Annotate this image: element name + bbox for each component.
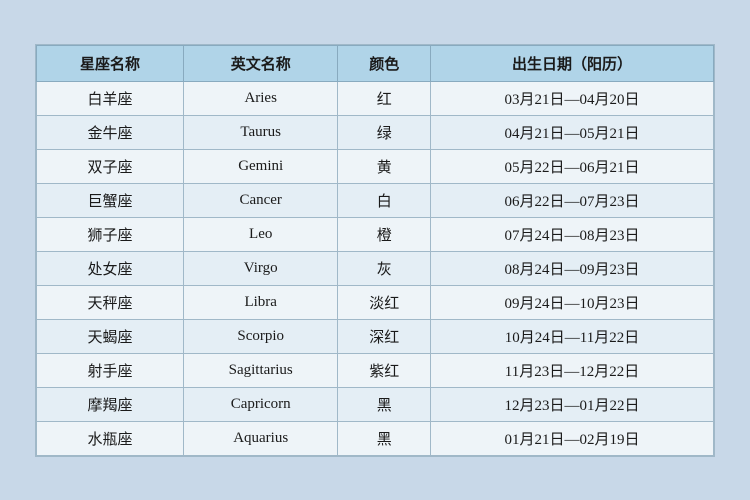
table-header-row: 星座名称 英文名称 颜色 出生日期（阳历） — [37, 45, 714, 81]
cell-color: 白 — [338, 183, 431, 217]
cell-color: 红 — [338, 81, 431, 115]
cell-color: 紫红 — [338, 353, 431, 387]
table-row: 天蝎座Scorpio深红10月24日—11月22日 — [37, 319, 714, 353]
cell-dates: 04月21日—05月21日 — [430, 115, 713, 149]
cell-chinese-name: 双子座 — [37, 149, 184, 183]
table-row: 狮子座Leo橙07月24日—08月23日 — [37, 217, 714, 251]
cell-english-name: Capricorn — [183, 387, 337, 421]
cell-color: 深红 — [338, 319, 431, 353]
cell-dates: 07月24日—08月23日 — [430, 217, 713, 251]
zodiac-table-container: 星座名称 英文名称 颜色 出生日期（阳历） 白羊座Aries红03月21日—04… — [35, 44, 715, 457]
cell-color: 灰 — [338, 251, 431, 285]
cell-chinese-name: 水瓶座 — [37, 421, 184, 455]
header-color: 颜色 — [338, 45, 431, 81]
table-row: 双子座Gemini黄05月22日—06月21日 — [37, 149, 714, 183]
cell-english-name: Aquarius — [183, 421, 337, 455]
cell-color: 绿 — [338, 115, 431, 149]
table-row: 天秤座Libra淡红09月24日—10月23日 — [37, 285, 714, 319]
cell-color: 黑 — [338, 421, 431, 455]
cell-color: 黄 — [338, 149, 431, 183]
cell-english-name: Sagittarius — [183, 353, 337, 387]
cell-color: 橙 — [338, 217, 431, 251]
table-row: 射手座Sagittarius紫红11月23日—12月22日 — [37, 353, 714, 387]
cell-english-name: Gemini — [183, 149, 337, 183]
cell-chinese-name: 狮子座 — [37, 217, 184, 251]
header-english-name: 英文名称 — [183, 45, 337, 81]
zodiac-table: 星座名称 英文名称 颜色 出生日期（阳历） 白羊座Aries红03月21日—04… — [36, 45, 714, 456]
cell-english-name: Scorpio — [183, 319, 337, 353]
cell-english-name: Virgo — [183, 251, 337, 285]
table-row: 水瓶座Aquarius黑01月21日—02月19日 — [37, 421, 714, 455]
header-chinese-name: 星座名称 — [37, 45, 184, 81]
cell-color: 黑 — [338, 387, 431, 421]
cell-chinese-name: 金牛座 — [37, 115, 184, 149]
cell-dates: 05月22日—06月21日 — [430, 149, 713, 183]
table-row: 摩羯座Capricorn黑12月23日—01月22日 — [37, 387, 714, 421]
table-row: 金牛座Taurus绿04月21日—05月21日 — [37, 115, 714, 149]
table-body: 白羊座Aries红03月21日—04月20日金牛座Taurus绿04月21日—0… — [37, 81, 714, 455]
cell-dates: 08月24日—09月23日 — [430, 251, 713, 285]
table-row: 白羊座Aries红03月21日—04月20日 — [37, 81, 714, 115]
cell-english-name: Aries — [183, 81, 337, 115]
cell-color: 淡红 — [338, 285, 431, 319]
cell-dates: 11月23日—12月22日 — [430, 353, 713, 387]
cell-chinese-name: 巨蟹座 — [37, 183, 184, 217]
table-row: 处女座Virgo灰08月24日—09月23日 — [37, 251, 714, 285]
cell-english-name: Taurus — [183, 115, 337, 149]
cell-dates: 01月21日—02月19日 — [430, 421, 713, 455]
cell-dates: 12月23日—01月22日 — [430, 387, 713, 421]
cell-chinese-name: 白羊座 — [37, 81, 184, 115]
cell-chinese-name: 射手座 — [37, 353, 184, 387]
cell-english-name: Cancer — [183, 183, 337, 217]
cell-dates: 10月24日—11月22日 — [430, 319, 713, 353]
cell-dates: 09月24日—10月23日 — [430, 285, 713, 319]
cell-english-name: Leo — [183, 217, 337, 251]
table-row: 巨蟹座Cancer白06月22日—07月23日 — [37, 183, 714, 217]
cell-dates: 03月21日—04月20日 — [430, 81, 713, 115]
cell-chinese-name: 天蝎座 — [37, 319, 184, 353]
cell-english-name: Libra — [183, 285, 337, 319]
header-birthdate: 出生日期（阳历） — [430, 45, 713, 81]
cell-dates: 06月22日—07月23日 — [430, 183, 713, 217]
cell-chinese-name: 摩羯座 — [37, 387, 184, 421]
cell-chinese-name: 处女座 — [37, 251, 184, 285]
cell-chinese-name: 天秤座 — [37, 285, 184, 319]
